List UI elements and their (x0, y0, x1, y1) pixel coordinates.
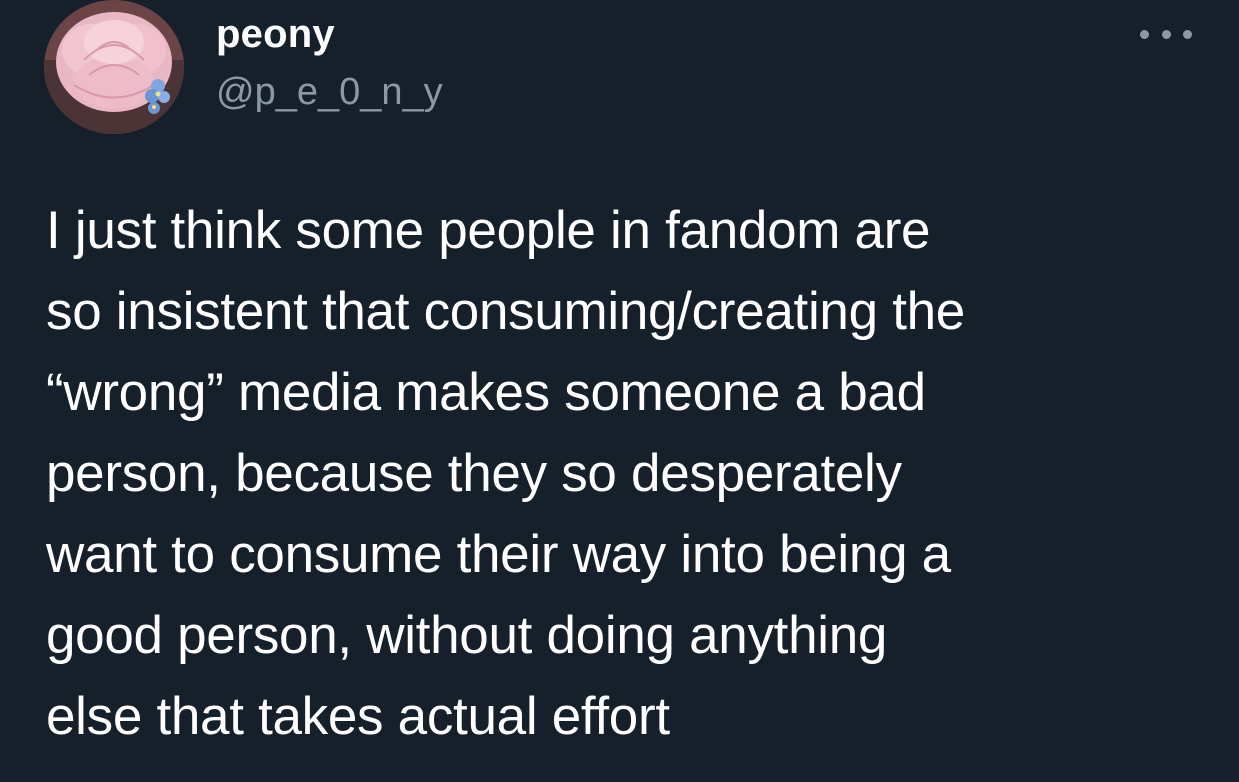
ellipsis-icon (1183, 29, 1192, 39)
display-name[interactable]: peony (216, 12, 335, 56)
more-options-button[interactable] (1140, 24, 1192, 44)
peony-flower-avatar-icon (44, 0, 184, 134)
ellipsis-icon (1161, 29, 1171, 39)
avatar[interactable] (44, 0, 184, 134)
tweet: peony @p_e_0_n_y I just think some peopl… (0, 0, 1239, 782)
tweet-text: I just think some people in fandom are s… (46, 201, 965, 746)
user-handle[interactable]: @p_e_0_n_y (216, 70, 443, 114)
ellipsis-icon (1140, 29, 1149, 39)
